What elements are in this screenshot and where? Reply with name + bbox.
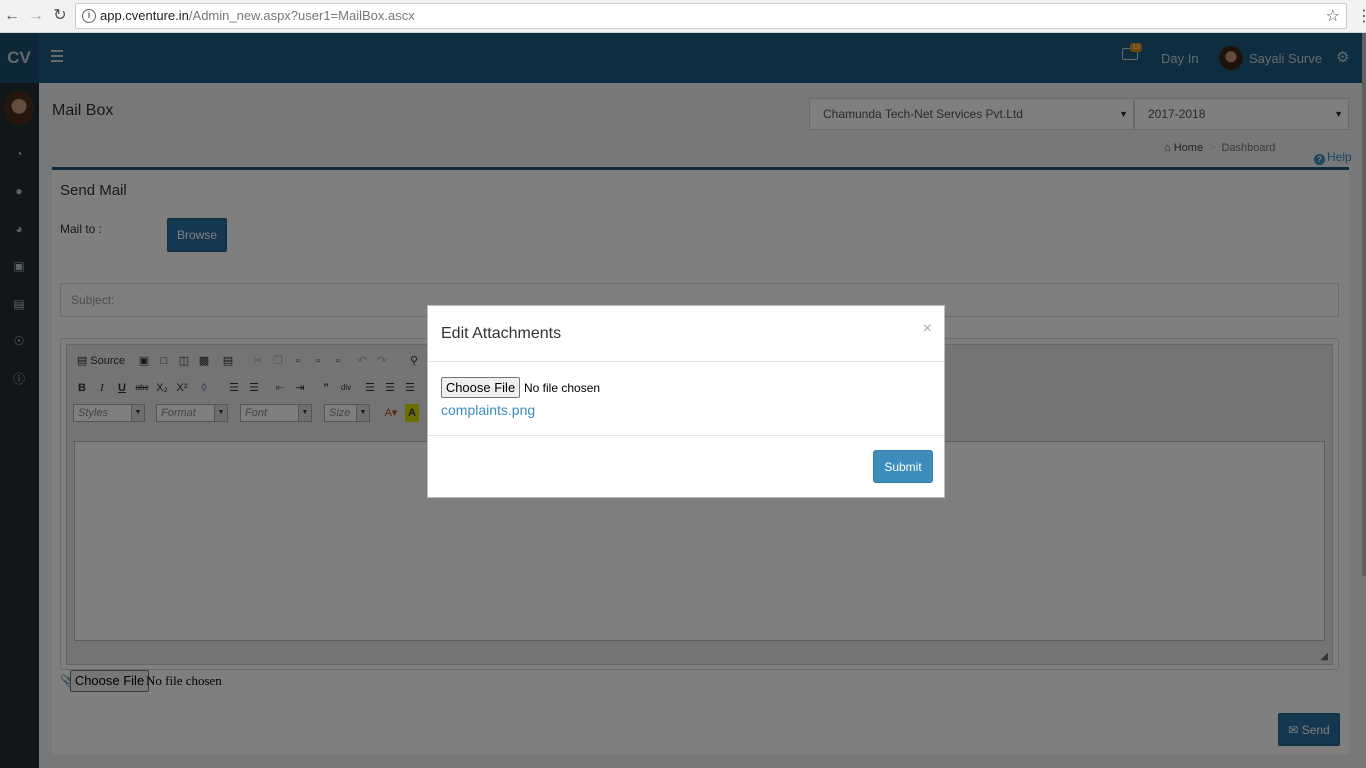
close-icon[interactable]: × — [923, 320, 932, 338]
forward-arrow-icon[interactable]: → — [26, 6, 46, 26]
url-text: app.cventure.in/Admin_new.aspx?user1=Mai… — [100, 8, 415, 23]
modal-body: Choose File No file chosen complaints.pn… — [428, 363, 944, 436]
modal-choose-file-button[interactable]: Choose File — [441, 377, 520, 398]
attachment-link[interactable]: complaints.png — [441, 402, 535, 418]
back-arrow-icon[interactable]: ← — [2, 6, 22, 26]
modal-title: Edit Attachments — [441, 325, 562, 342]
browser-menu-icon[interactable]: ⋮ — [1356, 6, 1366, 26]
address-bar[interactable]: i app.cventure.in/Admin_new.aspx?user1=M… — [75, 3, 1347, 29]
info-icon[interactable]: i — [82, 9, 96, 23]
reload-icon[interactable]: ↻ — [50, 6, 70, 26]
browser-toolbar: ← → ↻ i app.cventure.in/Admin_new.aspx?u… — [0, 0, 1366, 33]
modal-no-file-text: No file chosen — [524, 381, 601, 395]
submit-button[interactable]: Submit — [873, 450, 933, 483]
url-host: app.cventure.in — [100, 8, 189, 23]
edit-attachments-modal: Edit Attachments × Choose File No file c… — [427, 305, 945, 498]
url-path: /Admin_new.aspx?user1=MailBox.ascx — [188, 8, 415, 23]
modal-header: Edit Attachments × — [428, 306, 944, 362]
star-icon[interactable]: ☆ — [1326, 6, 1340, 26]
